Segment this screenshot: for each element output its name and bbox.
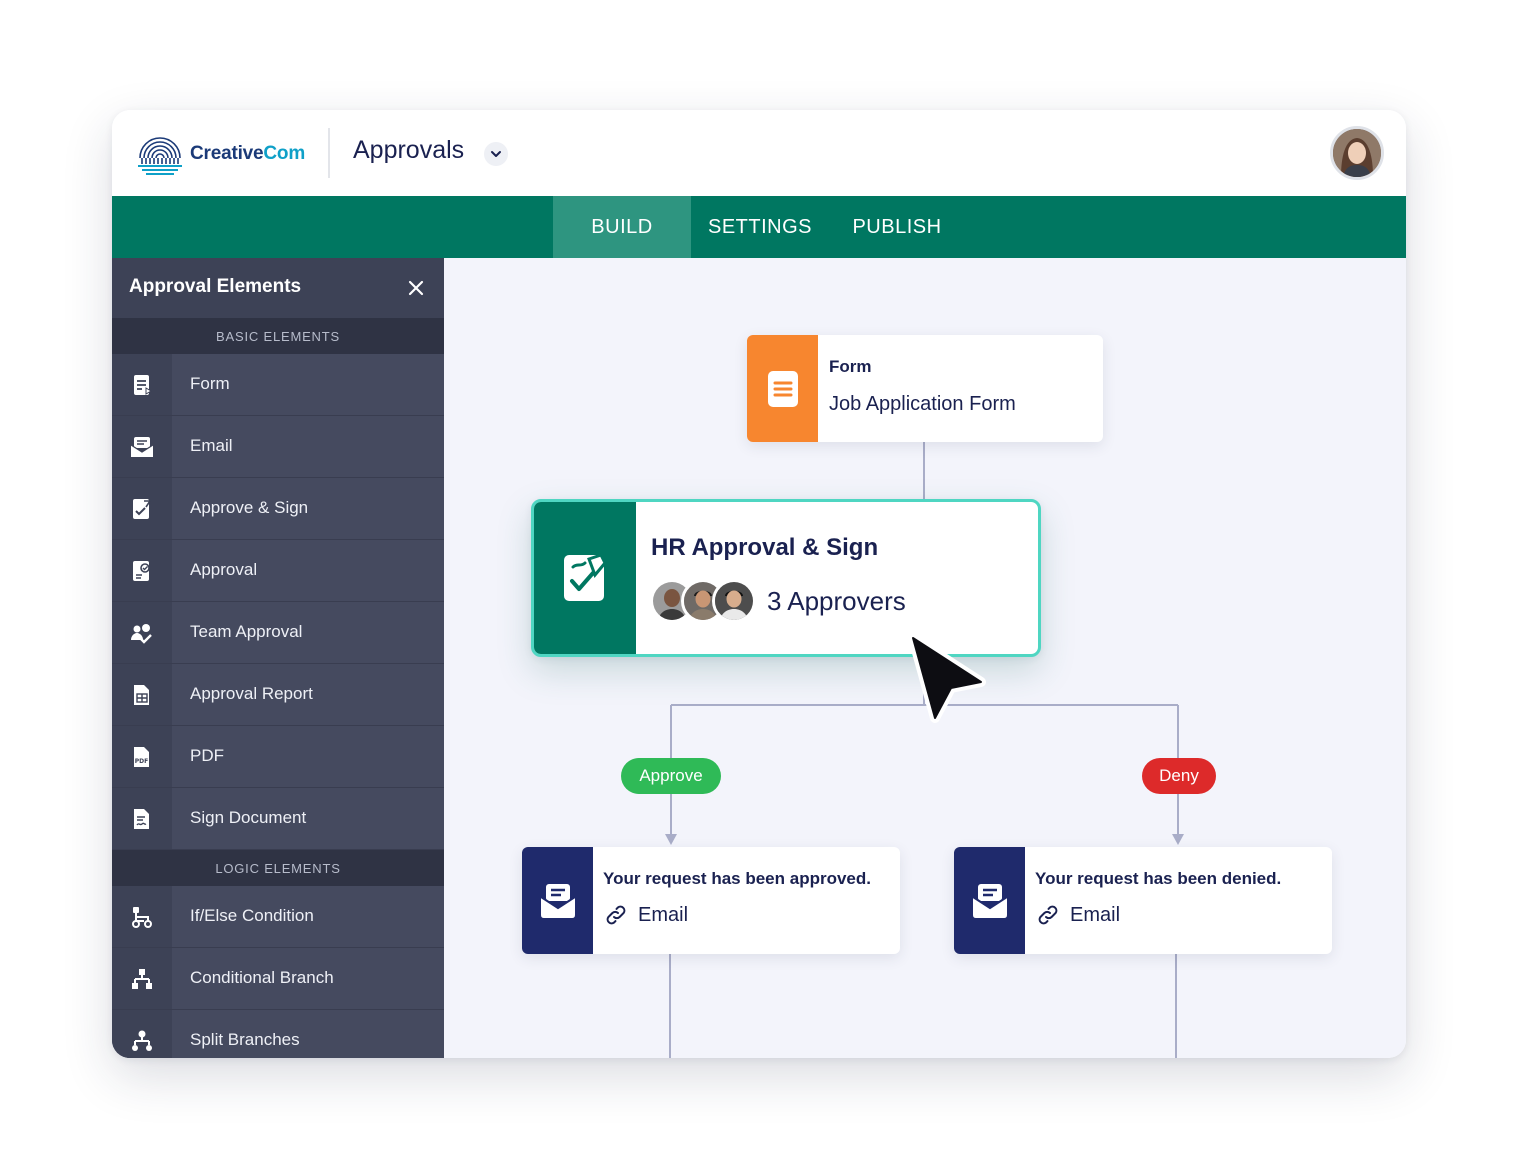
close-panel-button[interactable] [402, 274, 430, 302]
app-title[interactable]: Approvals [353, 136, 464, 165]
approved-email-link-label: Email [638, 903, 689, 926]
fingerprint-logo-icon [138, 137, 182, 175]
tab-build[interactable]: BUILD [553, 196, 691, 258]
approved-email-node[interactable]: Your request has been approved. Email [522, 847, 900, 954]
team-approval-icon [131, 623, 152, 644]
sidebar-item-label: If/Else Condition [190, 906, 314, 925]
approval-elements-panel: Approval Elements BASIC ELEMENTS Form Em… [112, 258, 444, 1058]
logic-elements-label: LOGIC ELEMENTS [112, 850, 444, 886]
app-window: CreativeCom Approvals BUILD SETTINGS PUB… [112, 110, 1406, 1058]
split-branches-icon [132, 1030, 152, 1051]
sidebar-item-form[interactable]: Form [112, 354, 444, 416]
email-icon [130, 436, 154, 457]
panel-header: Approval Elements [112, 258, 444, 318]
creativecom-logo[interactable]: CreativeCom [134, 126, 324, 182]
basic-elements-label: BASIC ELEMENTS [112, 318, 444, 354]
avatar-portrait [1333, 129, 1381, 177]
arrow-head-deny [1172, 834, 1184, 845]
logo-suffix: Com [263, 143, 306, 164]
approval-report-icon [134, 684, 149, 705]
sidebar-item-label: Sign Document [190, 808, 307, 827]
approve-sign-icon [564, 553, 607, 601]
app-header: CreativeCom Approvals [112, 110, 1406, 196]
sidebar-item-if-else-condition[interactable]: If/Else Condition [112, 886, 444, 948]
panel-title: Approval Elements [129, 276, 302, 297]
workflow-canvas[interactable]: Form Job Application Form HR Approval & … [444, 258, 1406, 1058]
link-icon [606, 905, 626, 925]
sidebar-item-sign-document[interactable]: Sign Document [112, 788, 444, 850]
tab-publish[interactable]: PUBLISH [837, 196, 957, 258]
approver-avatar [712, 579, 756, 623]
sidebar-item-label: PDF [190, 746, 224, 765]
sidebar-item-approval-report[interactable]: Approval Report [112, 664, 444, 726]
link-icon [1038, 905, 1058, 925]
approvers-count: 3 Approvers [767, 585, 906, 616]
header-divider [328, 128, 330, 178]
chevron-down-icon [491, 151, 501, 157]
sidebar-item-team-approval[interactable]: Team Approval [112, 602, 444, 664]
mouse-pointer-icon [908, 633, 986, 723]
sidebar-item-label: Conditional Branch [190, 968, 334, 987]
sidebar-item-approval[interactable]: Approval [112, 540, 444, 602]
conditional-branch-icon [132, 968, 152, 989]
form-node[interactable]: Form Job Application Form [747, 335, 1103, 442]
sidebar-item-label: Team Approval [190, 622, 303, 641]
email-icon [539, 883, 576, 918]
close-icon [408, 280, 424, 296]
approved-email-link[interactable]: Email [604, 903, 688, 927]
form-node-type: Form [829, 357, 872, 376]
sidebar-item-label: Approve & Sign [190, 498, 309, 517]
sign-document-icon [134, 808, 149, 829]
approval-icon [133, 560, 150, 581]
sidebar-item-split-branches[interactable]: Split Branches [112, 1010, 444, 1058]
app-switcher-button[interactable] [484, 142, 508, 166]
denied-email-message: Your request has been denied. [1035, 869, 1282, 888]
if-else-icon [132, 906, 152, 928]
sidebar-item-label: Approval Report [190, 684, 313, 703]
denied-email-node[interactable]: Your request has been denied. Email [954, 847, 1332, 954]
email-icon [971, 883, 1008, 918]
logo-prefix: Creative [190, 143, 264, 164]
approvers-group[interactable]: 3 Approvers [650, 578, 906, 624]
sidebar-item-approve-sign[interactable]: Approve & Sign [112, 478, 444, 540]
deny-branch-label[interactable]: Deny [1142, 758, 1216, 794]
approve-branch-label[interactable]: Approve [621, 758, 721, 794]
sidebar-item-label: Email [190, 436, 233, 455]
sidebar-item-label: Split Branches [190, 1030, 300, 1049]
tab-settings[interactable]: SETTINGS [697, 196, 823, 258]
pdf-icon: PDF [134, 746, 149, 767]
sidebar-item-pdf[interactable]: PDF PDF [112, 726, 444, 788]
sidebar-item-label: Approval [190, 560, 258, 579]
sidebar-item-email[interactable]: Email [112, 416, 444, 478]
document-icon [767, 370, 798, 407]
sidebar-item-conditional-branch[interactable]: Conditional Branch [112, 948, 444, 1010]
svg-text:PDF: PDF [135, 758, 148, 765]
form-icon [134, 374, 152, 395]
user-avatar[interactable] [1330, 126, 1384, 180]
main-nav: BUILD SETTINGS PUBLISH [112, 196, 1406, 258]
denied-email-link[interactable]: Email [1036, 903, 1120, 927]
form-node-name: Job Application Form [829, 393, 1016, 415]
approved-email-message: Your request has been approved. [603, 869, 871, 888]
approval-node-title: HR Approval & Sign [651, 534, 879, 561]
approve-sign-icon [133, 498, 152, 519]
sidebar-item-label: Form [190, 374, 230, 393]
denied-email-link-label: Email [1070, 903, 1121, 926]
arrow-head-approve [665, 834, 677, 845]
